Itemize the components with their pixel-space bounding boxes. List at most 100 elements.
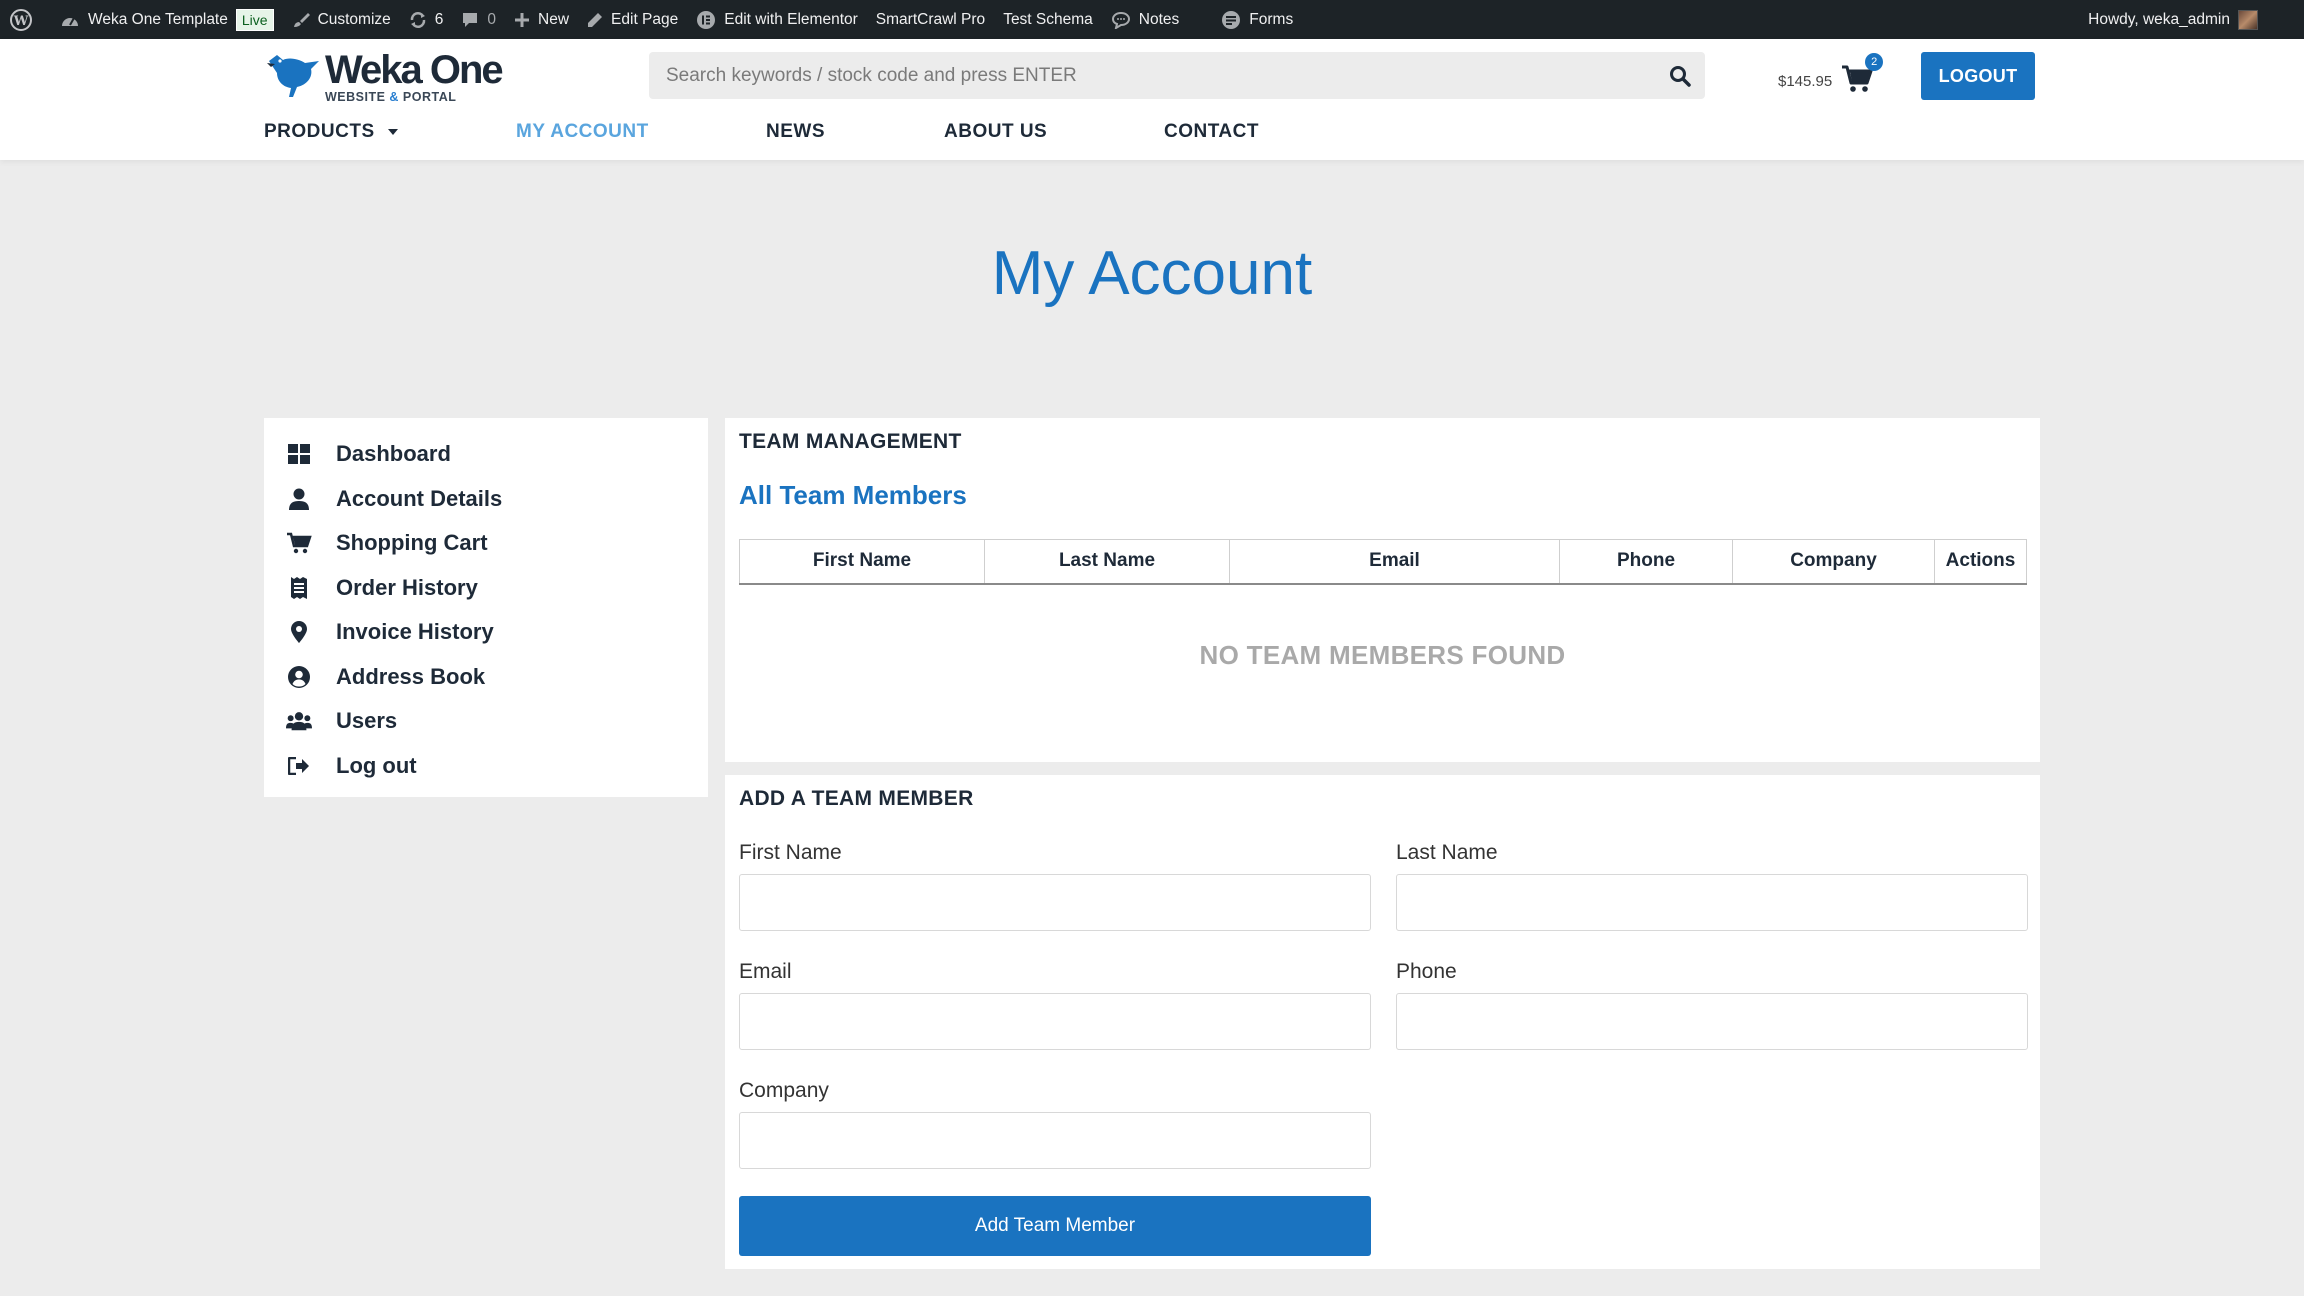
sidebar-item-log-out[interactable]: Log out — [264, 744, 708, 789]
sidebar-item-invoice-history[interactable]: Invoice History — [264, 610, 708, 655]
comments-link[interactable]: 0 — [452, 0, 505, 39]
cart-total: $145.95 — [1778, 72, 1833, 90]
logo-tagline-amp: & — [389, 90, 399, 105]
live-badge: Live — [235, 8, 274, 31]
page-title: My Account — [991, 239, 1313, 308]
nav-contact[interactable]: CONTACT — [1164, 121, 1259, 143]
nav-my-account-label: MY ACCOUNT — [516, 121, 649, 142]
nav-products[interactable]: PRODUCTS — [264, 121, 516, 143]
account-sidebar: Dashboard Account Details Shopping Cart … — [264, 418, 708, 797]
brush-icon — [293, 12, 310, 27]
team-management-panel: TEAM MANAGEMENT All Team Members First N… — [725, 418, 2040, 762]
test-schema-link[interactable]: Test Schema — [994, 0, 1102, 39]
edit-elementor-link[interactable]: Edit with Elementor — [687, 0, 867, 39]
sidebar-item-shopping-cart[interactable]: Shopping Cart — [264, 521, 708, 566]
pencil-icon — [588, 12, 603, 27]
sidebar-item-label: Address Book — [336, 663, 486, 689]
team-management-heading: TEAM MANAGEMENT — [739, 430, 962, 453]
chat-bubble-icon — [1111, 11, 1130, 29]
last-name-label: Last Name — [1396, 841, 1498, 864]
new-content-link[interactable]: New — [505, 0, 578, 39]
updates-icon — [410, 11, 426, 28]
phone-input[interactable] — [1396, 993, 2028, 1050]
forms-link[interactable]: Forms — [1212, 0, 1302, 39]
customize-label: Customize — [317, 10, 391, 28]
last-name-input[interactable] — [1396, 874, 2028, 931]
sidebar-item-label: Invoice History — [336, 619, 494, 645]
forms-label: Forms — [1249, 10, 1294, 28]
updates-count: 6 — [434, 10, 444, 28]
table-header-row: First Name Last Name Email Phone Company… — [739, 539, 2027, 585]
sidebar-item-label: Shopping Cart — [336, 530, 488, 556]
site-logo[interactable]: Weka One WEBSITE & PORTAL — [263, 49, 533, 105]
search-icon — [1670, 65, 1691, 87]
column-phone[interactable]: Phone — [1559, 539, 1733, 585]
edit-page-link[interactable]: Edit Page — [578, 0, 687, 39]
add-team-member-button[interactable]: Add Team Member — [739, 1196, 1371, 1256]
notes-label: Notes — [1138, 10, 1180, 28]
receipt-icon — [286, 575, 312, 601]
map-marker-icon — [286, 619, 312, 645]
site-name-link[interactable]: Weka One Template Live — [51, 0, 283, 39]
first-name-input[interactable] — [739, 874, 1371, 931]
nav-news-label: NEWS — [766, 121, 825, 142]
cart-icon-wrapper: 2 — [1840, 53, 1884, 95]
search-input[interactable] — [649, 52, 1655, 99]
company-input[interactable] — [739, 1112, 1371, 1169]
forms-icon — [1222, 10, 1241, 29]
wp-admin-bar: W Weka One Template Live Customize 6 0 N… — [0, 0, 2304, 39]
column-first-name[interactable]: First Name — [739, 539, 985, 585]
nav-about-us[interactable]: ABOUT US — [944, 121, 1164, 143]
dashboard-gauge-icon — [62, 17, 78, 26]
nav-my-account[interactable]: MY ACCOUNT — [516, 121, 766, 143]
smartcrawl-label: SmartCrawl Pro — [875, 10, 986, 28]
email-input[interactable] — [739, 993, 1371, 1050]
comments-count: 0 — [487, 10, 497, 28]
search-bar — [649, 52, 1705, 99]
first-name-label: First Name — [739, 841, 842, 864]
column-actions: Actions — [1934, 539, 2027, 585]
notes-link[interactable]: Notes — [1102, 0, 1189, 39]
caret-down-icon — [387, 129, 398, 135]
all-team-members-heading: All Team Members — [739, 480, 967, 510]
elementor-icon — [697, 10, 716, 29]
comment-icon — [463, 12, 478, 27]
site-header: Weka One WEBSITE & PORTAL $145.95 2 LOGO… — [0, 39, 2304, 160]
sidebar-item-users[interactable]: Users — [264, 699, 708, 744]
sidebar-item-label: Order History — [336, 574, 478, 600]
logo-tagline: WEBSITE & PORTAL — [325, 91, 502, 104]
nav-about-us-label: ABOUT US — [944, 121, 1048, 142]
cart-icon — [286, 530, 312, 556]
plus-icon — [515, 12, 530, 27]
user-circle-icon — [286, 664, 312, 690]
add-team-member-panel: ADD A TEAM MEMBER First Name Last Name E… — [725, 775, 2040, 1269]
main-nav: PRODUCTS MY ACCOUNT NEWS ABOUT US CONTAC… — [264, 118, 1259, 146]
search-button[interactable] — [1655, 52, 1705, 99]
updates-link[interactable]: 6 — [400, 0, 453, 39]
smartcrawl-link[interactable]: SmartCrawl Pro — [867, 0, 994, 39]
wordpress-icon: W — [10, 8, 32, 31]
column-email[interactable]: Email — [1229, 539, 1560, 585]
sidebar-item-label: Users — [336, 708, 398, 734]
svg-text:W: W — [13, 14, 29, 29]
weka-bird-icon — [267, 55, 319, 97]
team-members-table: First Name Last Name Email Phone Company… — [739, 539, 2027, 585]
sidebar-item-label: Account Details — [336, 485, 503, 511]
sidebar-item-order-history[interactable]: Order History — [264, 566, 708, 611]
column-company[interactable]: Company — [1732, 539, 1935, 585]
sidebar-item-address-book[interactable]: Address Book — [264, 655, 708, 700]
users-icon — [286, 708, 312, 734]
column-last-name[interactable]: Last Name — [984, 539, 1230, 585]
customize-link[interactable]: Customize — [283, 0, 400, 39]
nav-contact-label: CONTACT — [1164, 121, 1259, 142]
user-icon — [286, 486, 312, 512]
nav-news[interactable]: NEWS — [766, 121, 944, 143]
dashboard-icon — [286, 441, 312, 467]
sidebar-item-dashboard[interactable]: Dashboard — [264, 432, 708, 477]
wordpress-logo-button[interactable]: W — [0, 0, 41, 39]
header-cart[interactable]: $145.95 2 — [1778, 53, 1884, 101]
sidebar-item-account-details[interactable]: Account Details — [264, 477, 708, 522]
new-label: New — [538, 10, 570, 28]
logout-button[interactable]: LOGOUT — [1921, 52, 2035, 100]
account-menu[interactable]: Howdy, weka_admin — [2088, 0, 2304, 39]
